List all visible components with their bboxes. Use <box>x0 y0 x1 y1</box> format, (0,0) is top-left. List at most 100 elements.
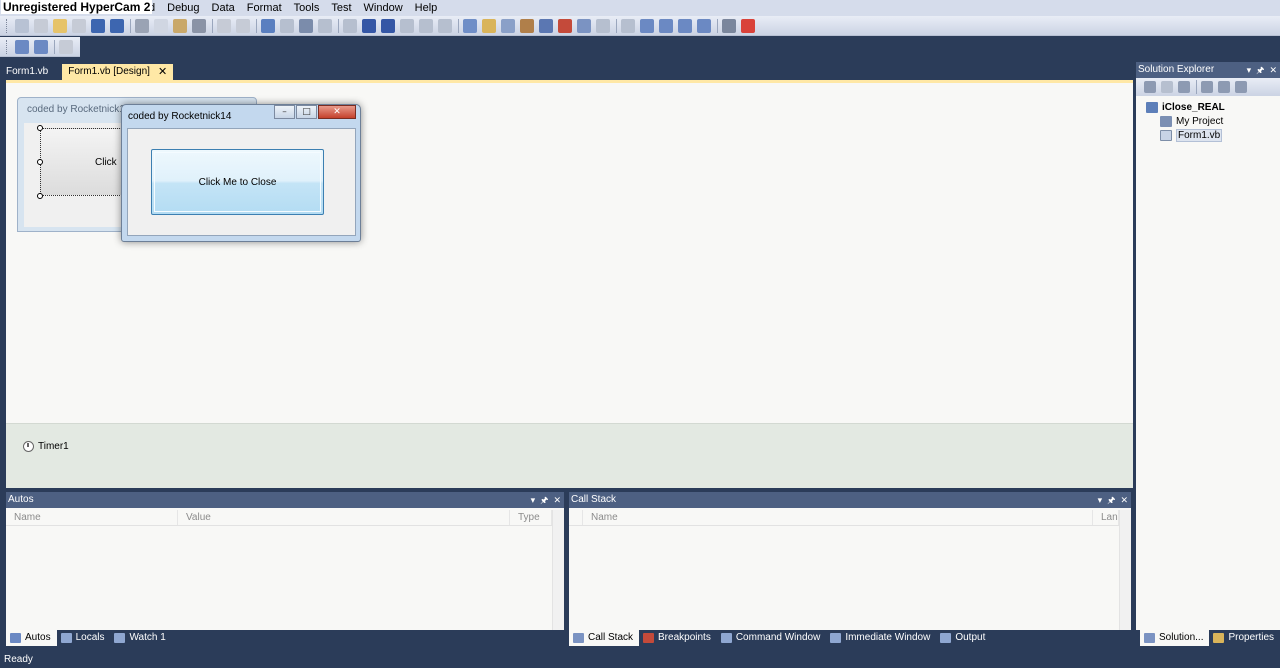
align-rights-icon[interactable] <box>659 18 673 33</box>
solution-explorer-icon[interactable] <box>482 18 496 33</box>
view-designer-icon[interactable] <box>1218 81 1230 93</box>
pin-icon[interactable]: 🖈 <box>1107 492 1115 508</box>
toolbar-grip[interactable] <box>6 18 9 33</box>
tab-output[interactable]: Output <box>936 630 991 646</box>
chevron-down-icon[interactable]: ▾ <box>531 492 536 508</box>
menu-format[interactable]: Format <box>241 0 288 16</box>
cut-icon[interactable] <box>135 18 149 33</box>
refresh-icon[interactable] <box>1178 81 1190 93</box>
layout-icon[interactable] <box>577 18 591 33</box>
uncomment-icon[interactable] <box>236 18 250 33</box>
format-icon[interactable] <box>59 39 73 54</box>
redo-icon[interactable] <box>280 18 294 33</box>
properties-window-icon[interactable] <box>501 18 515 33</box>
minimize-button[interactable]: – <box>274 105 295 119</box>
menu-test[interactable]: Test <box>325 0 357 16</box>
vertical-scrollbar[interactable] <box>552 510 564 630</box>
menu-data[interactable]: Data <box>206 0 241 16</box>
add-new-item-icon[interactable] <box>72 18 86 33</box>
tab-breakpoints[interactable]: Breakpoints <box>639 630 717 646</box>
show-all-files-icon[interactable] <box>1161 81 1173 93</box>
align-lefts-icon[interactable] <box>621 18 635 33</box>
tab-watch-1[interactable]: Watch 1 <box>110 630 171 646</box>
toolbox-icon[interactable] <box>539 18 553 33</box>
close-icon[interactable]: ✕ <box>1269 62 1277 78</box>
side-tabs-right: Solution... Properties <box>1140 630 1280 646</box>
tab-call-stack[interactable]: Call Stack <box>569 630 640 646</box>
menu-debug[interactable]: Debug <box>161 0 205 16</box>
column-name[interactable]: Name <box>583 510 1093 525</box>
column-lang[interactable]: Lang <box>1093 510 1119 525</box>
menu-help[interactable]: Help <box>409 0 444 16</box>
size-to-grid-icon[interactable] <box>697 18 711 33</box>
menu-window[interactable]: Window <box>358 0 409 16</box>
stop-debugging-icon[interactable] <box>381 18 395 33</box>
tab-command-window[interactable]: Command Window <box>717 630 826 646</box>
tab-order-icon[interactable] <box>722 18 736 33</box>
find-in-files-icon[interactable] <box>463 18 477 33</box>
chevron-down-icon[interactable]: ▾ <box>1098 492 1103 508</box>
toolbar-options-icon[interactable] <box>596 18 610 33</box>
step-over-icon[interactable] <box>419 18 433 33</box>
resize-handle[interactable] <box>37 125 43 131</box>
close-icon[interactable]: ✕ <box>1120 492 1128 508</box>
tab-form1-design[interactable]: Form1.vb [Design] ✕ <box>62 64 174 80</box>
tab-immediate-window[interactable]: Immediate Window <box>826 630 936 646</box>
close-icon[interactable]: ✕ <box>553 492 561 508</box>
toolbar-separator <box>616 18 617 33</box>
properties-icon[interactable] <box>1144 81 1156 93</box>
tab-locals[interactable]: Locals <box>57 630 111 646</box>
running-form-window[interactable]: coded by Rocketnick14 – □ ✕ Click Me to … <box>121 104 361 242</box>
click-me-to-close-button[interactable]: Click Me to Close <box>151 149 324 215</box>
tab-properties[interactable]: Properties <box>1209 630 1280 646</box>
window-close-button[interactable]: ✕ <box>318 105 356 119</box>
view-code-icon[interactable] <box>1201 81 1213 93</box>
pin-icon[interactable]: 🖈 <box>540 492 548 508</box>
column-name[interactable]: Name <box>6 510 178 525</box>
class-diagram-icon[interactable] <box>1235 81 1247 93</box>
start-debugging-icon[interactable] <box>343 18 357 33</box>
pin-icon[interactable]: 🖈 <box>1256 62 1264 78</box>
toolbar-grip[interactable] <box>6 39 9 54</box>
undo-icon[interactable] <box>261 18 275 33</box>
tab-solution-explorer[interactable]: Solution... <box>1140 630 1210 646</box>
comment-icon[interactable] <box>217 18 231 33</box>
resize-handle[interactable] <box>37 193 43 199</box>
find-icon[interactable] <box>192 18 206 33</box>
new-project-icon[interactable] <box>15 18 29 33</box>
object-browser-icon[interactable] <box>520 18 534 33</box>
save-all-icon[interactable] <box>110 18 124 33</box>
make-same-size-icon[interactable] <box>678 18 692 33</box>
breakpoints-icon <box>643 633 655 643</box>
paste-icon[interactable] <box>173 18 187 33</box>
vertical-scrollbar[interactable] <box>1119 510 1131 630</box>
solution-explorer-header: Solution Explorer ▾ 🖈 ✕ <box>1136 62 1280 78</box>
step-into-icon[interactable] <box>400 18 414 33</box>
stop-icon[interactable] <box>741 18 755 33</box>
navigate-backward-icon[interactable] <box>299 18 313 33</box>
close-icon[interactable]: ✕ <box>158 64 167 80</box>
timer-component[interactable]: Timer1 <box>23 441 69 452</box>
step-out-icon[interactable] <box>438 18 452 33</box>
break-all-icon[interactable] <box>362 18 376 33</box>
chevron-down-icon[interactable]: ▾ <box>1247 62 1252 78</box>
navigate-forward-icon[interactable] <box>318 18 332 33</box>
column-value[interactable]: Value <box>178 510 510 525</box>
menu-tools[interactable]: Tools <box>288 0 326 16</box>
start-page-icon[interactable] <box>558 18 572 33</box>
tree-node-form1[interactable]: Form1.vb <box>1136 128 1280 142</box>
tab-autos[interactable]: Autos <box>6 630 57 646</box>
resize-handle[interactable] <box>37 159 43 165</box>
column-type[interactable]: Type <box>510 510 552 525</box>
copy-icon[interactable] <box>154 18 168 33</box>
tree-node-my-project[interactable]: My Project <box>1136 114 1280 128</box>
tree-node-project[interactable]: iClose_REAL <box>1136 100 1280 114</box>
maximize-button[interactable]: □ <box>296 105 317 119</box>
lock-controls-icon[interactable] <box>34 39 48 54</box>
open-folder-icon[interactable] <box>53 18 67 33</box>
align-centers-icon[interactable] <box>640 18 654 33</box>
align-to-grid-icon[interactable] <box>15 39 29 54</box>
add-item-icon[interactable] <box>34 18 48 33</box>
tab-form1-vb[interactable]: Form1.vb <box>0 64 54 80</box>
save-icon[interactable] <box>91 18 105 33</box>
